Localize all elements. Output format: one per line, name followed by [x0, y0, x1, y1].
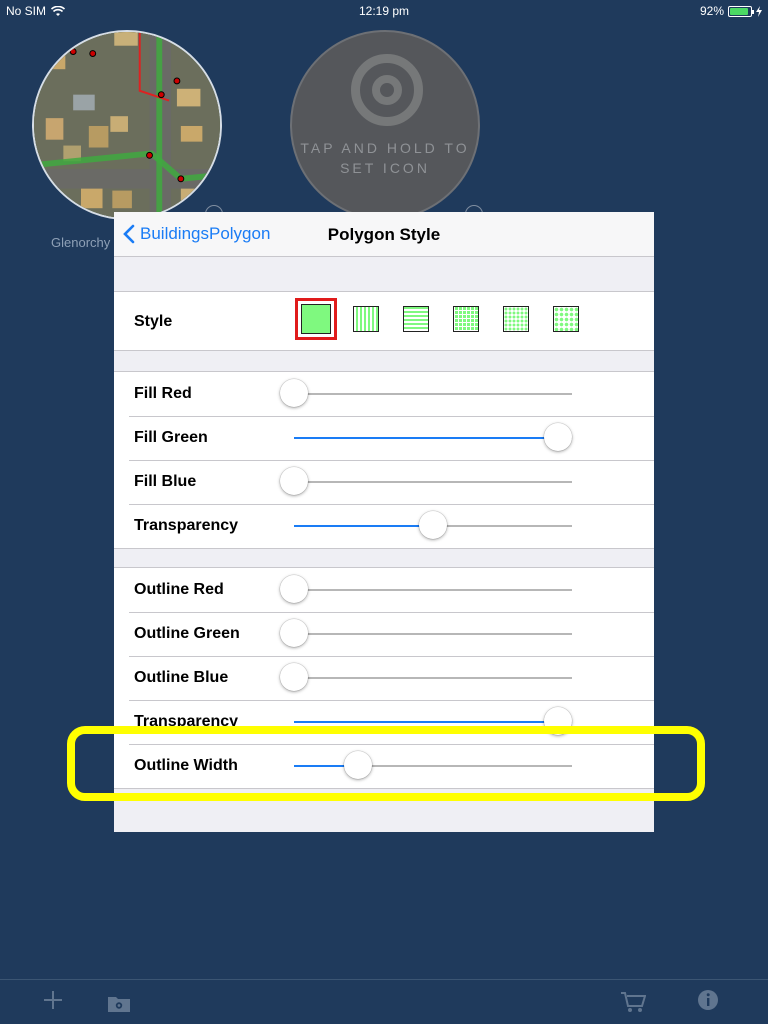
slider-label: Fill Blue: [134, 473, 197, 490]
slider-thumb[interactable]: [280, 619, 308, 647]
slider-row-outline-blue: Outline Blue: [114, 656, 654, 700]
navigation-bar: BuildingsPolygon Polygon Style: [114, 212, 654, 257]
slider-thumb[interactable]: [544, 423, 573, 451]
folder-settings-icon[interactable]: [107, 991, 131, 1017]
fill-group: Fill Red Fill Green Fill Blue Transparency: [114, 371, 654, 549]
clock: 12:19 pm: [358, 4, 410, 18]
slider-thumb[interactable]: [280, 663, 308, 691]
style-swatch-dense-dots[interactable]: [550, 303, 582, 335]
battery-percent: 92%: [699, 4, 724, 18]
slider-fill: [294, 525, 433, 527]
slider-label: Fill Green: [134, 429, 208, 446]
slider-thumb[interactable]: [419, 511, 447, 539]
page-title: Polygon Style: [327, 225, 441, 244]
style-label: Style: [134, 313, 173, 330]
outline-green-slider[interactable]: [280, 619, 572, 647]
outline-red-slider[interactable]: [280, 575, 572, 603]
slider-label: Transparency: [134, 517, 239, 534]
style-swatch-solid[interactable]: [295, 298, 337, 340]
battery-icon: [728, 5, 754, 17]
target-icon: [351, 54, 423, 126]
charging-icon: [756, 5, 762, 17]
outline-width-highlight: [67, 726, 705, 801]
style-swatch-grid[interactable]: [450, 303, 482, 335]
fill-red-slider[interactable]: [280, 379, 572, 407]
slider-fill: [294, 437, 559, 439]
style-group: Style: [114, 291, 654, 351]
outline-blue-slider[interactable]: [280, 663, 572, 691]
bottom-toolbar: [0, 979, 768, 1024]
slider-row-fill-blue: Fill Blue: [114, 460, 654, 504]
plus-icon[interactable]: [42, 989, 64, 1015]
slider-row-outline-red: Outline Red: [114, 568, 654, 612]
slider-thumb[interactable]: [280, 575, 308, 603]
slider-row-transparency: Transparency: [114, 504, 654, 548]
transparency-slider[interactable]: [294, 511, 572, 539]
slider-row-fill-green: Fill Green: [114, 416, 654, 460]
slider-label: Fill Red: [134, 385, 192, 402]
transparency-slider[interactable]: [294, 707, 573, 735]
style-swatch-dots[interactable]: [500, 303, 532, 335]
slider-thumb[interactable]: [280, 379, 308, 407]
icon-placeholder[interactable]: TAP AND HOLD TO SET ICON: [290, 30, 480, 220]
slider-row-fill-red: Fill Red: [114, 372, 654, 416]
style-swatch-horizontal-lines[interactable]: [400, 303, 432, 335]
fill-green-slider[interactable]: [294, 423, 573, 451]
map-thumbnail[interactable]: [32, 30, 222, 220]
aerial-map-image: [34, 32, 220, 218]
status-bar: No SIM 12:19 pm 92%: [0, 0, 768, 22]
slider-fill: [294, 721, 559, 723]
style-row: Style: [114, 292, 654, 350]
slider-label: Outline Green: [134, 625, 240, 642]
style-swatch-vertical-lines[interactable]: [350, 303, 382, 335]
slider-label: Outline Red: [134, 581, 224, 598]
info-icon[interactable]: [697, 989, 719, 1015]
slider-row-outline-green: Outline Green: [114, 612, 654, 656]
icon-hint-text: TAP AND HOLD TO SET ICON: [300, 140, 470, 176]
map-caption: Glenorchy: [51, 235, 111, 250]
slider-label: Outline Blue: [134, 669, 229, 686]
fill-blue-slider[interactable]: [280, 467, 572, 495]
slider-thumb[interactable]: [280, 467, 308, 495]
cart-icon[interactable]: [620, 991, 647, 1017]
